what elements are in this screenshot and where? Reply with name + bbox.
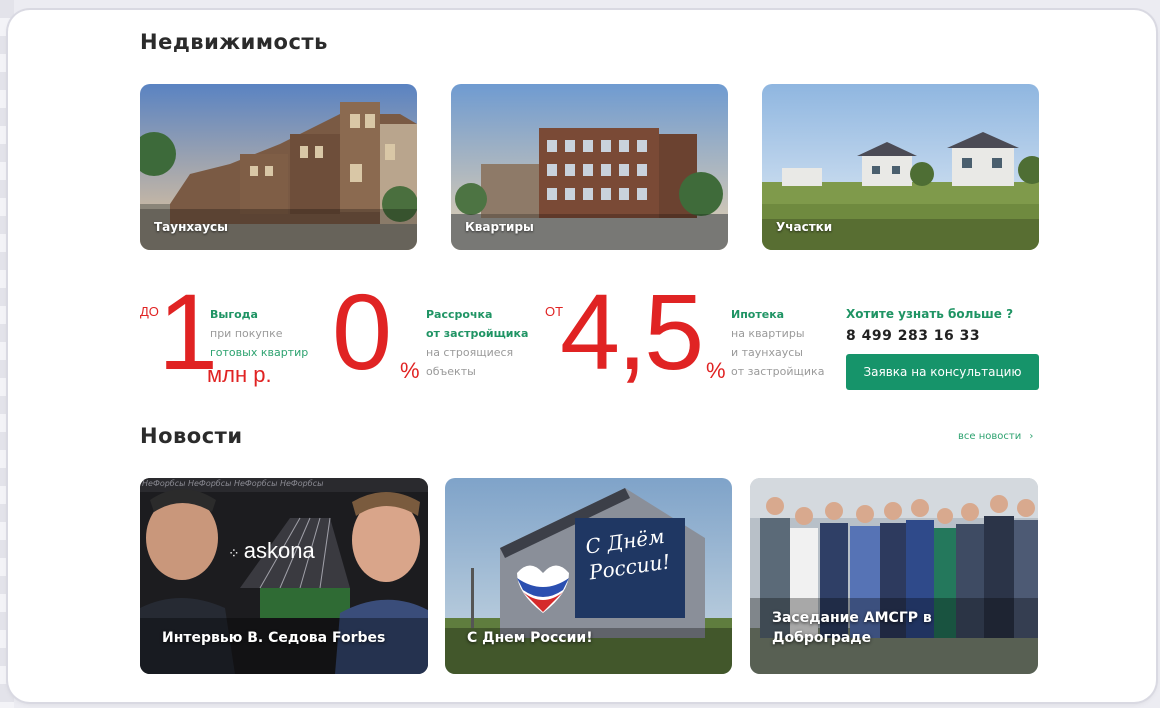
tile-label-apartments: Квартиры xyxy=(465,220,534,234)
mortgage-heading: Ипотека xyxy=(731,308,785,321)
realty-section-title: Недвижимость xyxy=(140,30,328,54)
askona-dots-icon: ⁘ xyxy=(228,545,240,561)
news-card-russia-day[interactable]: С Днём России! С Днем России! xyxy=(445,478,732,674)
realty-tile-apartments[interactable]: Квартиры xyxy=(451,84,728,250)
news-title-forbes: Интервью В. Седова Forbes xyxy=(162,630,386,646)
installment-percent: % xyxy=(400,358,420,383)
benefit-heading: Выгода xyxy=(210,308,258,321)
news-section-title: Новости xyxy=(140,424,243,448)
content-card: Недвижимость Таунхаусы Квартиры Участки … xyxy=(8,10,1156,702)
news-title-amsgr: Заседание АМСГР в Доброграде xyxy=(772,608,932,648)
mortgage-number: 4,5 xyxy=(560,271,704,392)
news-title-russia-day: С Днем России! xyxy=(467,630,593,646)
benefit-line-2: готовых квартир xyxy=(210,346,309,359)
forbes-banner-text: НеФорбсы НеФорбсы НеФорбсы НеФорбсы xyxy=(142,479,324,488)
contact-phone[interactable]: 8 499 283 16 33 xyxy=(846,328,980,344)
tile-label-townhouses: Таунхаусы xyxy=(154,220,229,234)
news-title-amsgr-line-1: Заседание АМСГР в xyxy=(772,610,932,626)
all-news-label: все новости xyxy=(958,431,1022,442)
realty-tile-plots[interactable]: Участки xyxy=(762,84,1039,250)
news-card-forbes[interactable]: НеФорбсы НеФорбсы НеФорбсы НеФорбсы ⁘ ask… xyxy=(140,478,428,674)
mortgage-line-3: от застройщика xyxy=(731,365,825,378)
news-title-amsgr-line-2: Доброграде xyxy=(772,630,872,646)
mortgage-line-1: на квартиры xyxy=(731,327,805,340)
mortgage-percent: % xyxy=(706,358,726,383)
contact-heading: Хотите узнать больше ? xyxy=(846,307,1014,321)
installment-number: 0 xyxy=(332,271,393,392)
installment-line-1: от застройщика xyxy=(426,327,529,340)
benefit-prefix: ДО xyxy=(140,304,159,319)
benefit-unit: млн р. xyxy=(207,362,272,387)
news-card-amsgr[interactable]: Заседание АМСГР в Доброграде xyxy=(750,478,1038,674)
chevron-right-icon: › xyxy=(1029,431,1034,442)
benefit-line-1: при покупке xyxy=(210,327,283,340)
consultation-button[interactable]: Заявка на консультацию xyxy=(846,354,1039,390)
mortgage-line-2: и таунхаусы xyxy=(731,346,803,359)
askona-logo: ⁘ askona xyxy=(228,538,315,564)
tile-label-plots: Участки xyxy=(776,220,833,234)
realty-tile-townhouses[interactable]: Таунхаусы xyxy=(140,84,417,250)
installment-heading: Рассрочка xyxy=(426,308,493,321)
installment-line-3: объекты xyxy=(426,365,476,378)
askona-logo-text: askona xyxy=(243,538,315,563)
all-news-link[interactable]: все новости › xyxy=(958,431,1033,442)
installment-line-2: на строящиеся xyxy=(426,346,514,359)
